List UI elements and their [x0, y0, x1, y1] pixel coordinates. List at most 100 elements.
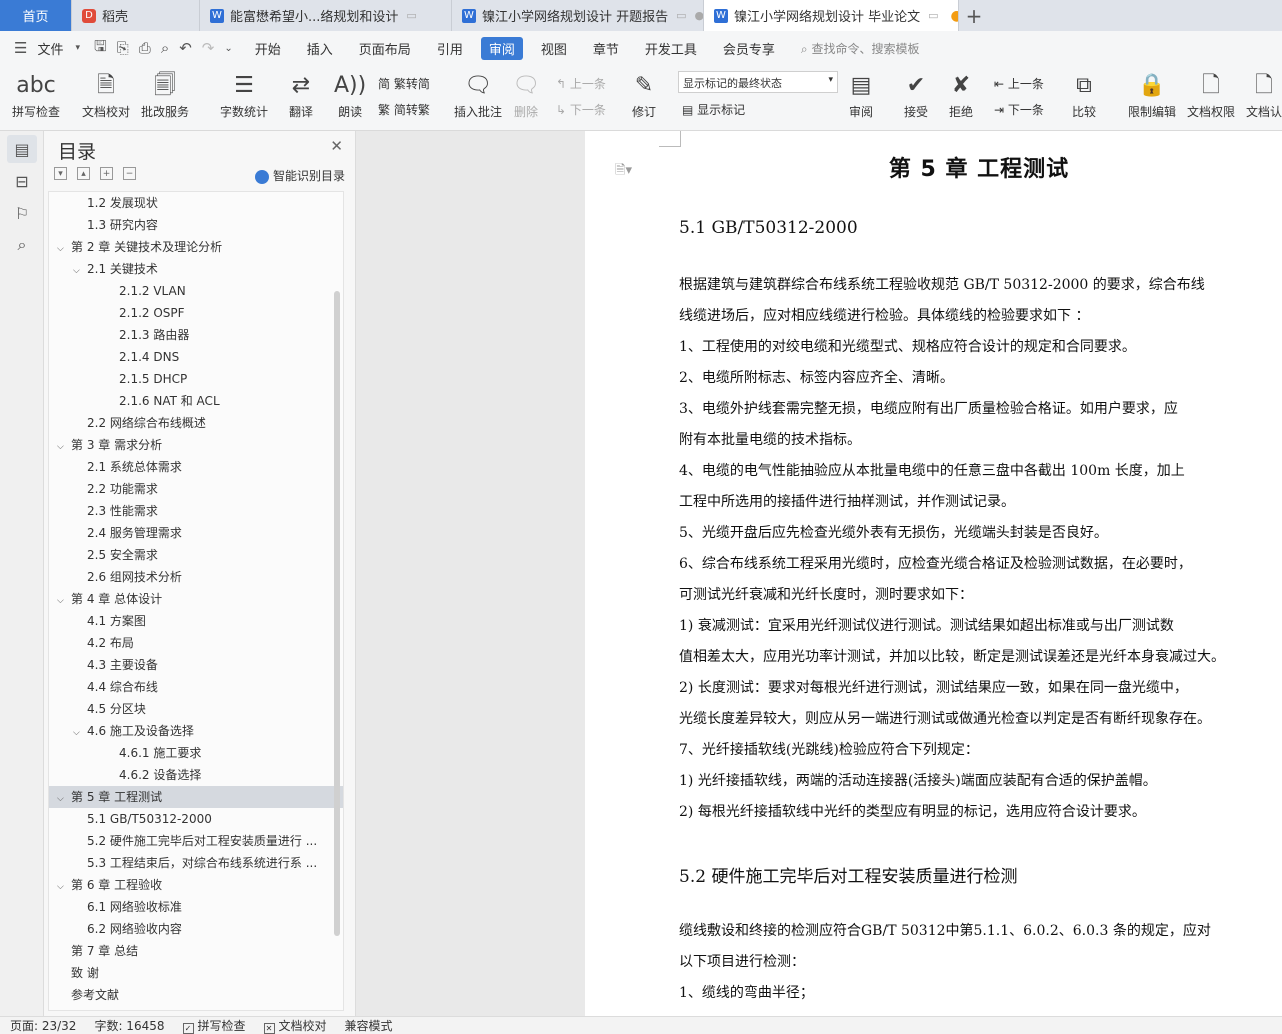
toc-item[interactable]: ⌵ 第 5 章 工程测试 — [49, 786, 343, 808]
expand-all-icon[interactable]: ▴ — [77, 167, 90, 180]
menu-layout[interactable]: 页面布局 — [359, 39, 411, 58]
chevron-down-icon[interactable]: ⌵ — [73, 722, 87, 742]
read-aloud-button[interactable]: A)) 朗读 — [334, 69, 366, 120]
tab-doc-2[interactable]: W 镍江小学网络规划设计 开题报告 ▭ ● — [452, 0, 704, 31]
word-count-button[interactable]: ☰ 字数统计 — [220, 69, 268, 120]
status-spell-check[interactable]: ✓ 拼写检查 — [182, 1017, 246, 1034]
simp-to-trad-button[interactable]: 繁 简转繁 — [378, 101, 430, 118]
toc-item[interactable]: 2.1.2 VLAN — [49, 280, 343, 302]
screen-icon[interactable]: ▭ — [406, 9, 416, 22]
word-count[interactable]: 字数: 16458 — [94, 1017, 164, 1034]
prev-change-button[interactable]: ⇤ 上一条 — [994, 75, 1044, 92]
toc-scrollbar[interactable] — [334, 291, 340, 936]
hamburger-icon[interactable]: ☰ — [14, 39, 27, 57]
toc-item[interactable]: 致 谢 — [49, 962, 343, 984]
print-icon[interactable]: ⎙ — [139, 39, 151, 57]
save-icon[interactable]: 🖫 — [94, 36, 107, 61]
toc-item[interactable]: 5.3 工程结束后，对综合布线系统进行系 ... — [49, 852, 343, 874]
doc-auth-button[interactable]: 🗋 文档认 — [1246, 69, 1282, 120]
toc-item[interactable]: 参考文献 — [49, 984, 343, 1006]
chevron-down-icon[interactable]: ⌵ — [57, 436, 71, 456]
screen-icon[interactable]: ▭ — [676, 9, 686, 22]
command-search[interactable]: ⌕ 查找命令、搜索模板 — [801, 40, 920, 57]
toc-item[interactable]: 2.1.6 NAT 和 ACL — [49, 390, 343, 412]
toc-item[interactable]: 1.2 发展现状 — [49, 192, 343, 214]
doc-proof-button[interactable]: 🗎 文档校对 — [82, 69, 130, 120]
smart-toc-button[interactable]: 智能识别目录 — [254, 167, 345, 184]
toc-item[interactable]: 2.6 组网技术分析 — [49, 566, 343, 588]
accept-button[interactable]: ✔ 接受 — [904, 69, 928, 120]
chevron-down-icon[interactable]: ⌵ — [73, 260, 87, 280]
chevron-down-icon[interactable]: ⌵ — [57, 590, 71, 610]
outline-panel-icon[interactable]: ⊟ — [7, 167, 37, 195]
toc-item[interactable]: 5.2 硬件施工完毕后对工程安装质量进行 ... — [49, 830, 343, 852]
review-pane-button[interactable]: ▤ 审阅 — [849, 69, 873, 120]
screen-icon[interactable]: ▭ — [928, 9, 938, 22]
track-state-select[interactable]: 显示标记的最终状态 ▾ — [678, 71, 838, 93]
menu-file[interactable]: 文件 — [37, 39, 63, 58]
toc-item[interactable]: 6.2 网络验收内容 — [49, 918, 343, 940]
toc-item[interactable]: 2.1.3 路由器 — [49, 324, 343, 346]
toc-item[interactable]: 1.3 研究内容 — [49, 214, 343, 236]
tab-doc-3[interactable]: W 镍江小学网络规划设计 毕业论文 ▭ ● — [704, 0, 959, 31]
add-heading-icon[interactable]: + — [100, 167, 113, 180]
more-icon[interactable]: ⌄ — [224, 43, 232, 54]
toc-item[interactable]: 2.4 服务管理需求 — [49, 522, 343, 544]
search-icon[interactable]: ⌕ — [7, 231, 37, 259]
chevron-down-icon[interactable]: ⌵ — [57, 238, 71, 258]
menu-chapter[interactable]: 章节 — [593, 39, 619, 58]
toc-item[interactable]: 4.6.1 施工要求 — [49, 742, 343, 764]
toc-item[interactable]: 4.4 综合布线 — [49, 676, 343, 698]
doc-outline-icon[interactable]: 🗎▾ — [615, 161, 632, 183]
revise-button[interactable]: ✎ 修订 — [632, 69, 656, 120]
status-proof[interactable]: ✕ 文档校对 — [263, 1017, 327, 1034]
menu-review[interactable]: 审阅 — [480, 36, 523, 60]
toc-item[interactable]: ⌵ 第 3 章 需求分析 — [49, 434, 343, 456]
toc-item[interactable]: 4.3 主要设备 — [49, 654, 343, 676]
export-icon[interactable]: ⎘ — [117, 39, 129, 57]
redo-icon[interactable]: ↷ — [202, 39, 215, 57]
toc-item[interactable]: 5.1 GB/T50312-2000 — [49, 808, 343, 830]
add-tab-button[interactable]: + — [959, 0, 989, 31]
toc-item[interactable]: 6.1 网络验收标准 — [49, 896, 343, 918]
chevron-down-icon[interactable]: ⌵ — [57, 788, 71, 808]
toc-item[interactable]: 4.1 方案图 — [49, 610, 343, 632]
chevron-down-icon[interactable]: ▾ — [75, 43, 80, 53]
compare-button[interactable]: ⧉ 比较 — [1072, 69, 1096, 120]
preview-icon[interactable]: ⌕ — [161, 39, 169, 57]
toc-item[interactable]: 2.2 网络综合布线概述 — [49, 412, 343, 434]
close-icon[interactable]: ✕ — [330, 137, 343, 155]
toc-item[interactable]: 2.2 功能需求 — [49, 478, 343, 500]
annotate-service-button[interactable]: 🗐 批改服务 — [141, 69, 189, 120]
toc-item[interactable]: 2.1.5 DHCP — [49, 368, 343, 390]
spell-check-button[interactable]: abc 拼写检查 — [12, 69, 60, 120]
next-change-button[interactable]: ⇥ 下一条 — [994, 101, 1044, 118]
menu-devtools[interactable]: 开发工具 — [645, 39, 697, 58]
insert-comment-button[interactable]: 🗨 插入批注 — [454, 69, 502, 120]
collapse-all-icon[interactable]: ▾ — [54, 167, 67, 180]
toc-item[interactable]: 2.5 安全需求 — [49, 544, 343, 566]
toc-item[interactable]: 2.1.4 DNS — [49, 346, 343, 368]
toc-item[interactable]: ⌵ 2.1 关键技术 — [49, 258, 343, 280]
delete-comment-button[interactable]: 🗨 删除 — [512, 69, 540, 120]
toc-item[interactable]: ⌵ 第 4 章 总体设计 — [49, 588, 343, 610]
trad-to-simp-button[interactable]: 简 繁转简 — [378, 75, 430, 92]
tab-home[interactable]: 首页 — [0, 0, 72, 31]
menu-member[interactable]: 会员专享 — [723, 39, 775, 58]
restrict-edit-button[interactable]: 🔒 限制编辑 — [1128, 69, 1176, 120]
prev-comment-button[interactable]: ↰ 上一条 — [556, 75, 606, 92]
menu-view[interactable]: 视图 — [541, 39, 567, 58]
page-count[interactable]: 页面: 23/32 — [10, 1017, 76, 1034]
chevron-down-icon[interactable]: ⌵ — [57, 876, 71, 896]
toc-item[interactable]: 2.1.2 OSPF — [49, 302, 343, 324]
menu-start[interactable]: 开始 — [255, 39, 281, 58]
toc-item[interactable]: 4.2 布局 — [49, 632, 343, 654]
tab-doc-1[interactable]: W 能富懋希望小...络规划和设计 ▭ — [200, 0, 452, 31]
toc-item[interactable]: 第 7 章 总结 — [49, 940, 343, 962]
close-dot-icon[interactable]: ● — [695, 9, 703, 22]
bookmark-icon[interactable]: ⚐ — [7, 199, 37, 227]
toc-item[interactable]: 2.3 性能需求 — [49, 500, 343, 522]
menu-reference[interactable]: 引用 — [437, 39, 463, 58]
toc-item[interactable]: ⌵ 4.6 施工及设备选择 — [49, 720, 343, 742]
reject-button[interactable]: ✘ 拒绝 — [949, 69, 973, 120]
